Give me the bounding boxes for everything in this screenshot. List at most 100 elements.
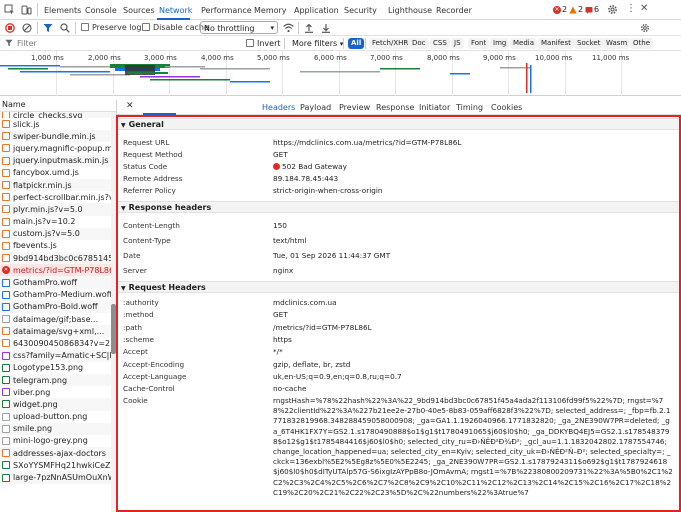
file-type-icon (2, 217, 10, 226)
request-row[interactable]: 9bd914bd3bc0c6785145a4... (0, 252, 111, 265)
errors-badge[interactable]: ✕ 2 (553, 5, 567, 14)
timeline-tick: 3,000 ms (144, 54, 177, 62)
settings-gear-icon[interactable] (607, 4, 618, 15)
type-filter-wasm[interactable]: Wasm (603, 38, 631, 49)
preserve-log-checkbox[interactable] (81, 23, 89, 31)
request-row[interactable]: Logotype153.png (0, 362, 111, 374)
request-headers-section-header[interactable]: ▼ Request Headers (118, 281, 679, 293)
header-value: Tue, 01 Sep 2026 11:44:37 GMT (273, 251, 391, 260)
error-icon: ✕ (553, 5, 561, 14)
request-row[interactable]: perfect-scrollbar.min.js?v=5.0 (0, 191, 111, 203)
request-row[interactable]: jquery.magnific-popup.min.js (0, 142, 111, 154)
name-column-header[interactable]: Name (0, 100, 116, 112)
inspect-element-icon[interactable] (4, 4, 15, 15)
warnings-count: 2 (578, 5, 584, 14)
network-conditions-icon[interactable] (283, 23, 294, 33)
general-section-header[interactable]: ▼ General (118, 118, 679, 130)
type-filter-socket[interactable]: Socket (574, 38, 604, 49)
tab-network[interactable]: Network (159, 6, 192, 15)
device-toolbar-icon[interactable] (21, 4, 32, 15)
request-row[interactable]: widget.png (0, 398, 111, 411)
request-row[interactable]: css?family=Amatic+SC|Lobs... (0, 349, 111, 362)
network-overview-timeline[interactable]: 1,000 ms 2,000 ms 3,000 ms 4,000 ms 5,00… (0, 51, 681, 96)
type-filter-img[interactable]: Img (490, 38, 510, 49)
tab-lighthouse[interactable]: Lighthouse (388, 6, 432, 15)
record-stop-icon[interactable] (5, 23, 15, 33)
tab-application[interactable]: Application (294, 6, 339, 15)
request-row[interactable]: addresses-ajax-doctors (0, 447, 111, 460)
type-filter-all[interactable]: All (348, 38, 365, 49)
tab-timing[interactable]: Timing (456, 103, 483, 112)
tab-sources[interactable]: Sources (123, 6, 155, 15)
response-headers-section-header[interactable]: ▼ Response headers (118, 201, 679, 213)
request-row[interactable]: viber.png (0, 386, 111, 398)
export-har-icon[interactable] (321, 23, 331, 33)
request-row[interactable]: upload-button.png (0, 411, 111, 423)
request-row[interactable]: custom.js?v=5.0 (0, 227, 111, 240)
request-row[interactable]: main.js?v=10.2 (0, 216, 111, 228)
tab-initiator[interactable]: Initiator (419, 103, 450, 112)
type-filter-doc[interactable]: Doc (409, 38, 429, 49)
more-options-icon[interactable]: ⋮ (626, 3, 636, 14)
request-row[interactable]: smile.png (0, 422, 111, 435)
request-row[interactable]: GothamPro.woff (0, 276, 111, 289)
invert-checkbox[interactable] (246, 39, 254, 47)
tab-elements[interactable]: Elements (44, 6, 81, 15)
tab-security[interactable]: Security (344, 6, 377, 15)
warnings-badge[interactable]: 2 (569, 5, 583, 14)
request-row[interactable]: slick.js (0, 118, 111, 130)
filter-input[interactable]: Filter (17, 39, 37, 48)
request-row[interactable]: dataimage/gif;base... (0, 313, 111, 325)
close-detail-icon[interactable]: ✕ (126, 101, 134, 111)
request-row[interactable]: telegram.png (0, 373, 111, 387)
file-type-icon (2, 168, 10, 177)
request-row-selected[interactable]: ✕ metrics/?id=GTM-P78L86L (0, 264, 111, 277)
network-settings-gear-icon[interactable] (640, 23, 650, 33)
general-title: General (128, 120, 164, 129)
filter-funnel-icon[interactable] (43, 23, 53, 33)
type-filter-manifest[interactable]: Manifest (538, 38, 574, 49)
request-row[interactable]: dataimage/svg+xml,... (0, 325, 111, 338)
tab-recorder[interactable]: Recorder (436, 6, 472, 15)
request-row[interactable]: fancybox.umd.js (0, 167, 111, 179)
throttling-select[interactable]: No throttling ▾ (200, 21, 278, 34)
type-filter-fetch-xhr[interactable]: Fetch/XHR (369, 38, 412, 49)
request-row[interactable]: mini-logo-grey.png (0, 435, 111, 447)
issues-badge[interactable]: 6 (585, 5, 599, 14)
type-filter-font[interactable]: Font (468, 38, 490, 49)
tab-console[interactable]: Console (85, 6, 117, 15)
more-filters-dropdown[interactable]: More filters ▾ (292, 39, 343, 48)
tab-headers[interactable]: Headers (262, 103, 295, 112)
type-filter-css[interactable]: CSS (430, 38, 450, 49)
type-filter-other[interactable]: Othe (630, 38, 653, 49)
clear-icon[interactable] (22, 23, 32, 33)
import-har-icon[interactable] (304, 23, 314, 33)
type-filter-media[interactable]: Media (510, 38, 538, 49)
file-type-icon (2, 181, 10, 190)
close-devtools-icon[interactable]: ✕ (640, 3, 648, 14)
request-row[interactable]: 643009045086834?v=2.9.39... (0, 337, 111, 349)
request-row[interactable]: plyr.min.js?v=5.0 (0, 203, 111, 216)
tab-memory[interactable]: Memory (254, 6, 287, 15)
request-row[interactable]: jquery.inputmask.min.js (0, 154, 111, 167)
timeline-bars (0, 63, 532, 93)
search-icon[interactable] (60, 23, 70, 33)
file-type-icon (2, 327, 10, 336)
tab-response[interactable]: Response (376, 103, 414, 112)
disable-cache-checkbox[interactable] (142, 23, 150, 31)
file-type-icon (2, 278, 10, 287)
request-row[interactable]: SXoYYSMFHq21hwkiCeZi22... (0, 459, 111, 471)
tab-performance[interactable]: Performance (201, 6, 252, 15)
timeline-tick: 11,000 ms (592, 54, 630, 62)
request-row[interactable]: GothamPro-Medium.woff (0, 289, 111, 301)
request-row[interactable]: flatpickr.min.js (0, 178, 111, 192)
file-type-icon (2, 205, 10, 214)
tab-payload[interactable]: Payload (300, 103, 331, 112)
tab-cookies[interactable]: Cookies (491, 103, 522, 112)
request-row[interactable]: fbevents.js (0, 240, 111, 252)
tab-preview[interactable]: Preview (339, 103, 370, 112)
request-row[interactable]: GothamPro-Bold.woff (0, 300, 111, 313)
type-filter-js[interactable]: JS (451, 38, 464, 49)
request-row[interactable]: swiper-bundle.min.js (0, 130, 111, 143)
request-row[interactable]: large-7pzNnASUmOuXnWp... (0, 471, 111, 484)
